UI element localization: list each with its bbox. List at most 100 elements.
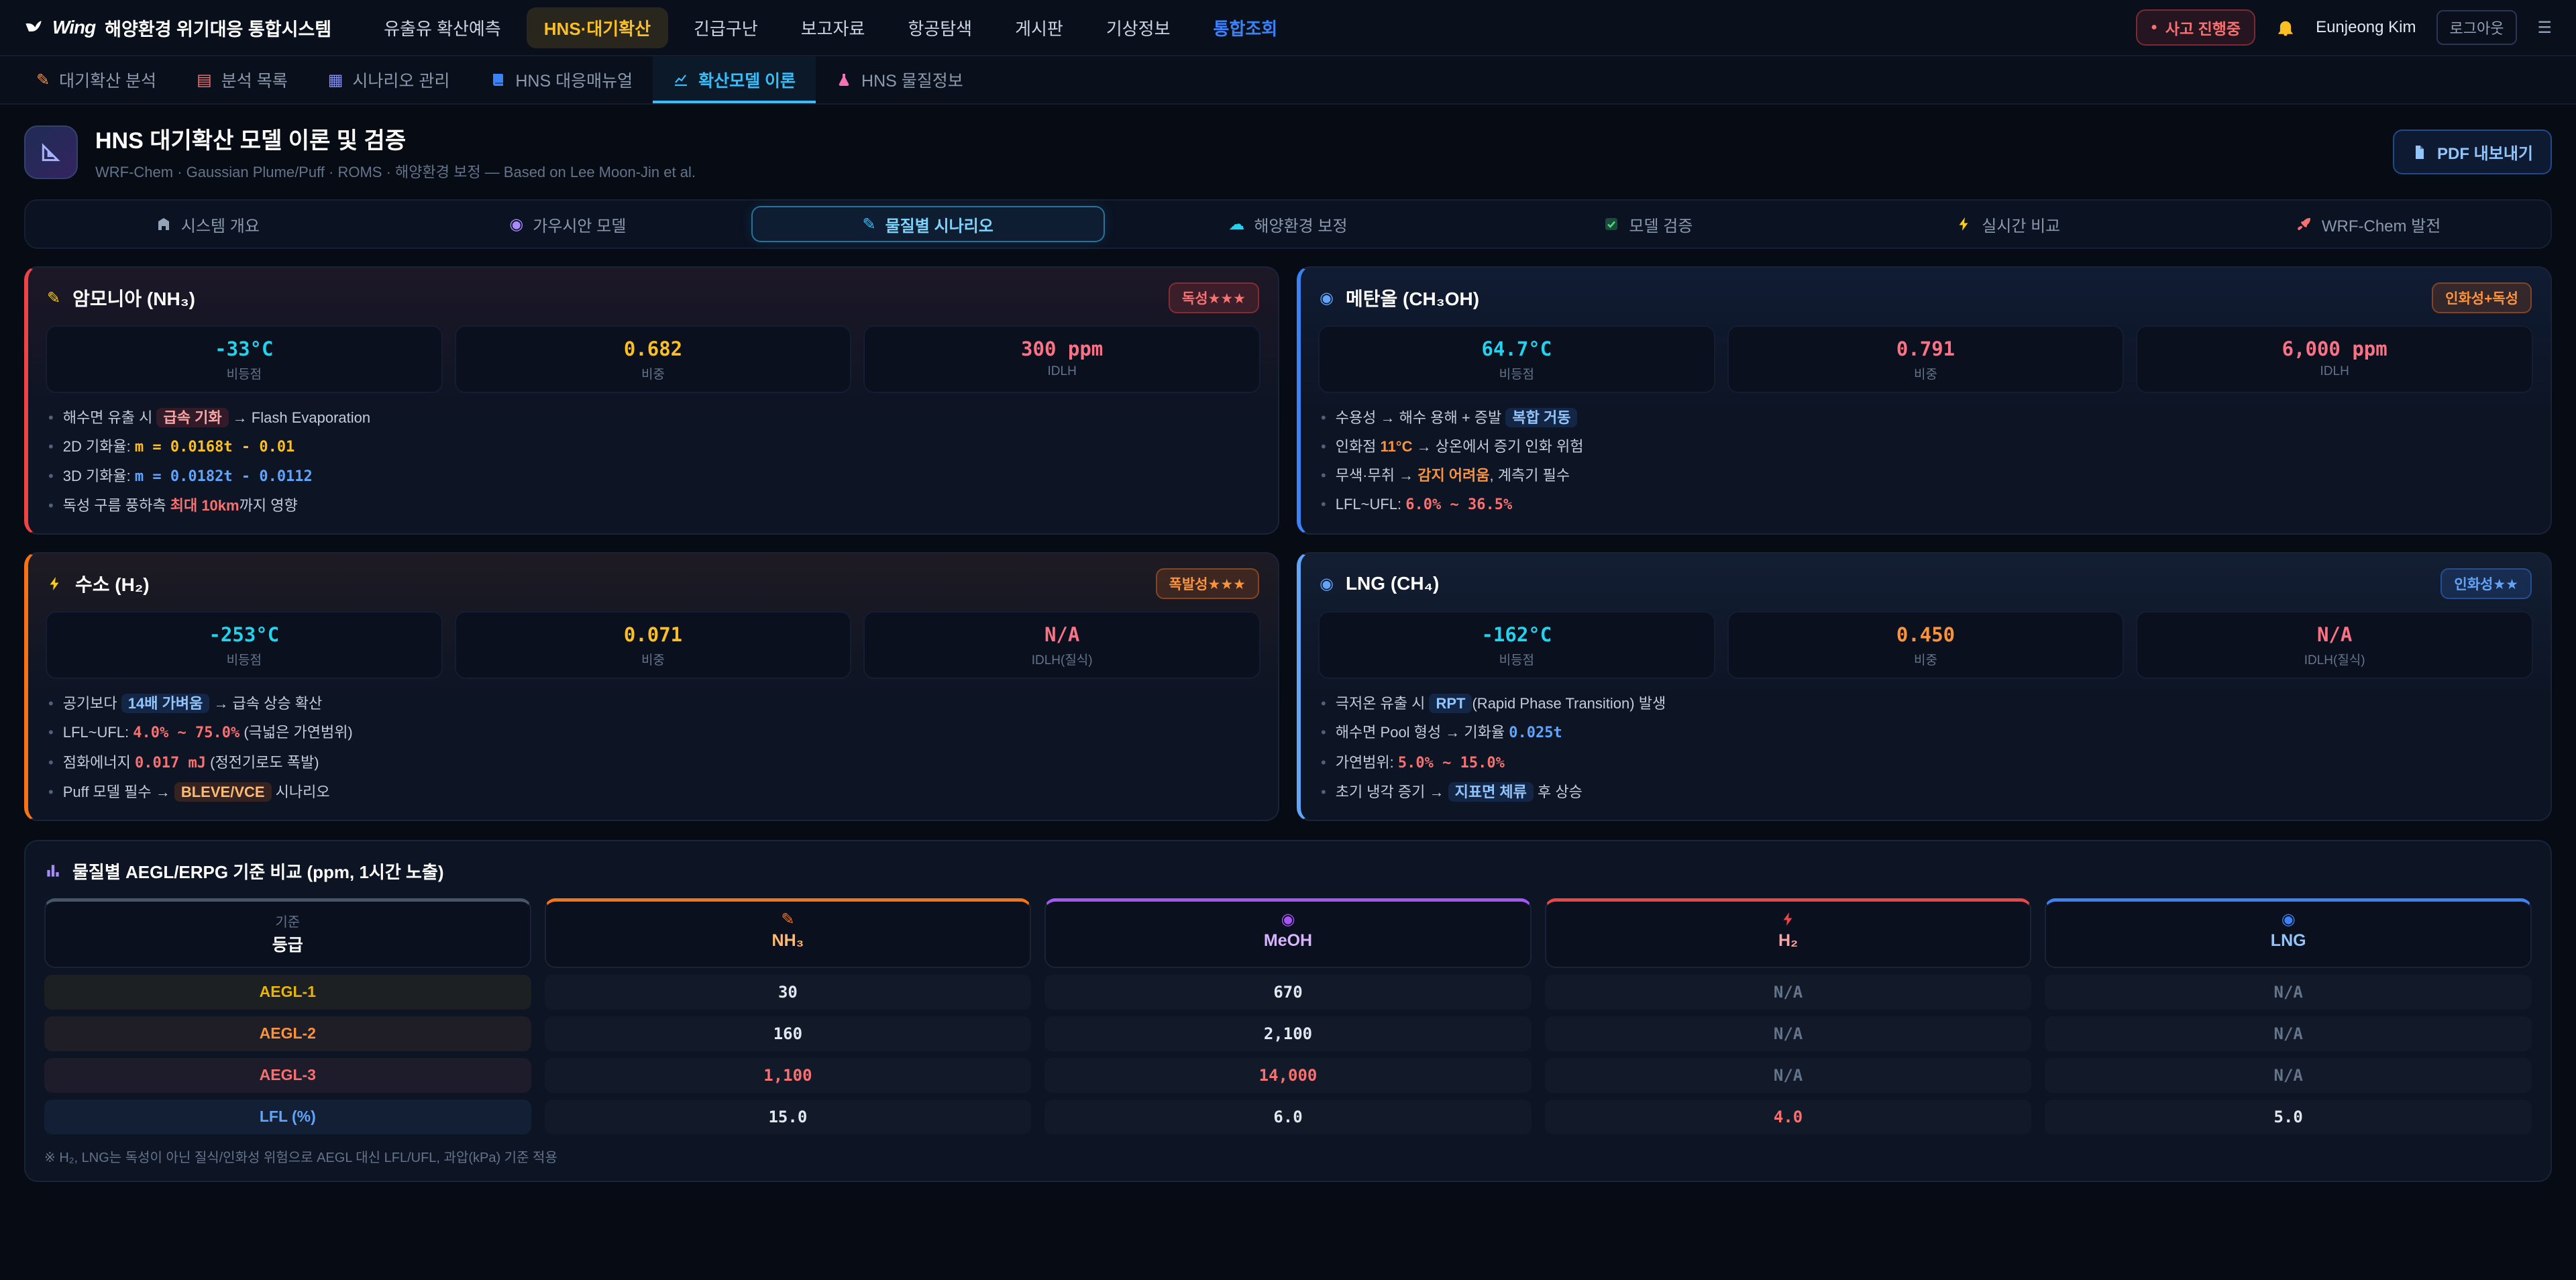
bullet-item: •해수면 유출 시 급속 기화 → Flash Evaporation <box>48 407 1258 429</box>
notification-bell-icon[interactable] <box>2275 17 2296 38</box>
stat-value: 0.071 <box>462 623 845 646</box>
stats-row: -162°C비등점0.450비중N/AIDLH(질식) <box>1301 611 2551 679</box>
substance-card-h2: 수소 (H₂)폭발성★★★-253°C비등점0.071비중N/AIDLH(질식)… <box>24 552 1279 820</box>
bullet-dot: • <box>48 724 54 741</box>
table-row-3: AEGL-31,10014,000N/AN/A <box>44 1058 2532 1093</box>
topnav-menu: 유출유 확산예측HNS·대기확산긴급구난보고자료항공탐색게시판기상정보통합조회 <box>366 7 1295 48</box>
substance-name: MeOH <box>1046 931 1530 951</box>
table-header-row: 기준등급✎NH₃◉MeOHH₂◉LNG <box>44 898 2532 968</box>
hamburger-menu-icon[interactable]: ☰ <box>2537 19 2552 36</box>
topnav-item-3[interactable]: 긴급구난 <box>676 7 775 48</box>
section-tab-7[interactable]: WRF-Chem 발전 <box>2192 206 2545 242</box>
lightning-icon <box>1956 216 1972 232</box>
section-tab-1[interactable]: 시스템 개요 <box>31 206 384 242</box>
topnav-item-1[interactable]: 유출유 확산예측 <box>366 7 519 48</box>
table-title: 물질별 AEGL/ERPG 기준 비교 (ppm, 1시간 노출) <box>72 859 443 884</box>
criteria-header-bottom: 등급 <box>46 932 530 956</box>
stat-value: N/A <box>2143 623 2526 646</box>
subnav-item-label: 대기확산 분석 <box>59 68 156 92</box>
pdf-export-label: PDF 내보내기 <box>2437 140 2533 164</box>
row-label: AEGL-3 <box>44 1058 531 1093</box>
text-segment: 독성 구름 풍하측 <box>63 497 170 514</box>
section-tab-4[interactable]: ☁해양환경 보정 <box>1112 206 1465 242</box>
table-cell: 2,100 <box>1044 1016 1532 1051</box>
text-segment: m = 0.0168t - 0.01 <box>135 439 294 456</box>
table-cell: N/A <box>2045 975 2532 1010</box>
subnav-item-5[interactable]: 확산모델 이론 <box>653 56 816 103</box>
substance-name: H₂ <box>1546 931 2031 951</box>
stat-box: 0.682비중 <box>455 325 852 393</box>
topnav-item-4[interactable]: 보고자료 <box>784 7 883 48</box>
topnav-item-5[interactable]: 항공탐색 <box>890 7 989 48</box>
table-cell: 6.0 <box>1044 1100 1532 1134</box>
table-cell: 14,000 <box>1044 1058 1532 1093</box>
stat-value: -162°C <box>1325 623 1709 646</box>
stat-box: -253°C비등점 <box>46 611 443 679</box>
bullet-item: •수용성 → 해수 용해 + 증발 복합 거동 <box>1321 407 2530 429</box>
topnav-item-8[interactable]: 통합조회 <box>1196 7 1295 48</box>
logout-button[interactable]: 로그아웃 <box>2436 10 2518 45</box>
bullet-item: •2D 기화율: m = 0.0168t - 0.01 <box>48 435 1258 459</box>
text-segment: 감지 어려움 <box>1417 467 1489 484</box>
substance-card-meoh: ◉메탄올 (CH₃OH)인화성+독성64.7°C비등점0.791비중6,000 … <box>1297 266 2552 535</box>
subnav-item-1[interactable]: ✎ 대기확산 분석 <box>16 56 176 103</box>
stat-box: -33°C비등점 <box>46 325 443 393</box>
topnav-item-7[interactable]: 기상정보 <box>1089 7 1188 48</box>
document-icon <box>2412 144 2428 160</box>
incident-status-badge[interactable]: ● 사고 진행중 <box>2136 9 2255 46</box>
subnav-item-4[interactable]: HNS 대응매뉴얼 <box>470 56 653 103</box>
pencil-icon: ✎ <box>36 72 50 88</box>
brand-logo[interactable]: Wing 해양환경 위기대응 통합시스템 <box>24 15 331 41</box>
criteria-header-top: 기준 <box>46 911 530 930</box>
circle-dot-icon: ◉ <box>509 216 523 232</box>
text-segment: 가연범위: <box>1336 754 1398 771</box>
substance-card-lng: ◉LNG (CH₄)인화성★★-162°C비등점0.450비중N/AIDLH(질… <box>1297 552 2552 820</box>
text-segment: 2D 기화율: <box>63 438 135 455</box>
bullet-dot: • <box>48 754 54 771</box>
user-name[interactable]: Eunjeong Kim <box>2316 18 2416 37</box>
subnav-item-label: 분석 목록 <box>221 68 288 92</box>
bullet-item: •점화에너지 0.017 mJ (정전기로도 폭발) <box>48 751 1258 775</box>
clipboard-icon: ▤ <box>197 72 212 88</box>
section-tab-3[interactable]: ✎물질별 시나리오 <box>751 206 1105 242</box>
text-segment: m = 0.0182t - 0.0112 <box>135 468 313 485</box>
brand-title: 해양환경 위기대응 통합시스템 <box>105 15 331 41</box>
subnav-item-3[interactable]: ▦시나리오 관리 <box>308 56 470 103</box>
text-segment: LFL~UFL: <box>63 724 133 741</box>
table-cell: N/A <box>1545 1058 2032 1093</box>
hazard-badge: 인화성+독성 <box>2432 282 2532 313</box>
bullet-dot: • <box>48 409 54 426</box>
section-tab-2[interactable]: ◉ 가우시안 모델 <box>391 206 745 242</box>
topnav-item-2[interactable]: HNS·대기확산 <box>527 7 668 48</box>
rocket-icon <box>2296 216 2312 232</box>
bullet-item: •3D 기화율: m = 0.0182t - 0.0112 <box>48 465 1258 488</box>
stat-label: 비등점 <box>1325 650 1709 668</box>
text-segment: BLEVE/VCE <box>174 782 272 802</box>
topnav-item-6[interactable]: 게시판 <box>998 7 1081 48</box>
pdf-export-button[interactable]: PDF 내보내기 <box>2393 129 2552 174</box>
section-tab-5[interactable]: 모델 검증 <box>1471 206 1825 242</box>
subnav-item-6[interactable]: HNS 물질정보 <box>816 56 983 103</box>
bullet-dot: • <box>48 784 54 800</box>
bullet-dot: • <box>1321 695 1326 712</box>
building-icon <box>156 216 172 232</box>
section-tab-label: 가우시안 모델 <box>533 213 626 236</box>
card-header: ◉LNG (CH₄)인화성★★ <box>1301 553 2551 611</box>
subnav-item-2[interactable]: ▤ 분석 목록 <box>176 56 308 103</box>
bullet-item: •해수면 Pool 형성 → 기화율 0.025t <box>1321 721 2530 745</box>
table-cell: N/A <box>2045 1016 2532 1051</box>
text-segment: 인화점 <box>1336 438 1381 455</box>
stat-label: IDLH <box>2143 364 2526 379</box>
section-tab-6[interactable]: 실시간 비교 <box>1831 206 2185 242</box>
table-row-1: AEGL-130670N/AN/A <box>44 975 2532 1010</box>
stat-label: 비등점 <box>1325 364 1709 382</box>
text-segment: → 급속 상승 확산 <box>209 695 322 712</box>
stat-label: IDLH(질식) <box>870 650 1254 668</box>
alert-label: 사고 진행중 <box>2165 16 2241 39</box>
bullet-item: •LFL~UFL: 4.0% ~ 75.0% (극넓은 가연범위) <box>48 721 1258 745</box>
row-label: AEGL-2 <box>44 1016 531 1051</box>
section-tabs: 시스템 개요 ◉ 가우시안 모델 ✎물질별 시나리오☁해양환경 보정모델 검증실시간 … <box>24 199 2552 249</box>
column-header-3: H₂ <box>1545 898 2032 968</box>
text-segment: 해수면 유출 시 <box>63 409 157 426</box>
stat-box: 6,000 ppmIDLH <box>2136 325 2533 393</box>
